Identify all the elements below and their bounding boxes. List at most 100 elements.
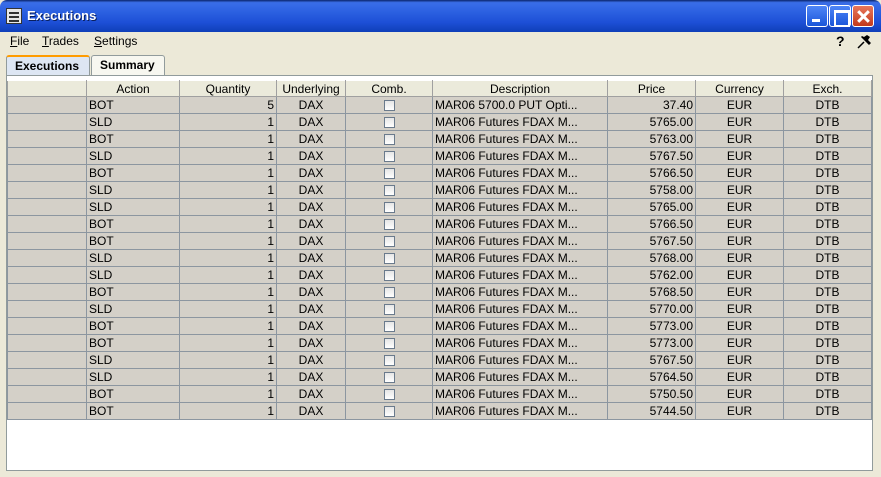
underlying-cell[interactable]: DAX — [276, 215, 346, 233]
comb-cell[interactable] — [345, 96, 433, 114]
exch-cell[interactable]: DTB — [783, 232, 872, 250]
currency-cell[interactable]: EUR — [695, 181, 784, 199]
action-cell[interactable]: SLD — [86, 266, 180, 284]
title-bar[interactable]: Executions — [0, 0, 881, 32]
currency-cell[interactable]: EUR — [695, 351, 784, 369]
comb-checkbox[interactable] — [383, 185, 395, 197]
row-header-cell[interactable] — [7, 215, 87, 233]
column-header-price[interactable]: Price — [607, 80, 696, 97]
underlying-cell[interactable]: DAX — [276, 385, 346, 403]
row-header-cell[interactable] — [7, 96, 87, 114]
currency-cell[interactable]: EUR — [695, 402, 784, 420]
action-cell[interactable]: BOT — [86, 130, 180, 148]
price-cell[interactable]: 5766.50 — [607, 164, 696, 182]
comb-cell[interactable] — [345, 113, 433, 131]
price-cell[interactable]: 5767.50 — [607, 232, 696, 250]
currency-cell[interactable]: EUR — [695, 317, 784, 335]
tab-summary[interactable]: Summary — [91, 55, 165, 75]
price-cell[interactable]: 5770.00 — [607, 300, 696, 318]
comb-checkbox[interactable] — [383, 338, 395, 350]
underlying-cell[interactable]: DAX — [276, 113, 346, 131]
underlying-cell[interactable]: DAX — [276, 96, 346, 114]
table-row[interactable]: BOT 1 DAX MAR06 Futures FDAX M... 5768.50 EUR… — [7, 283, 872, 301]
table-row[interactable]: BOT 1 DAX MAR06 Futures FDAX M... 5766.50 EUR… — [7, 164, 872, 182]
underlying-cell[interactable]: DAX — [276, 368, 346, 386]
description-cell[interactable]: MAR06 Futures FDAX M... — [432, 181, 608, 199]
exch-cell[interactable]: DTB — [783, 317, 872, 335]
description-cell[interactable]: MAR06 Futures FDAX M... — [432, 402, 608, 420]
price-cell[interactable]: 5768.50 — [607, 283, 696, 301]
exch-cell[interactable]: DTB — [783, 385, 872, 403]
comb-cell[interactable] — [345, 249, 433, 267]
comb-cell[interactable] — [345, 317, 433, 335]
price-cell[interactable]: 5767.50 — [607, 351, 696, 369]
table-row[interactable]: SLD 1 DAX MAR06 Futures FDAX M... 5767.50 EUR… — [7, 147, 872, 165]
quantity-cell[interactable]: 1 — [179, 266, 277, 284]
quantity-cell[interactable]: 1 — [179, 164, 277, 182]
price-cell[interactable]: 37.40 — [607, 96, 696, 114]
comb-cell[interactable] — [345, 198, 433, 216]
menu-trades[interactable]: Trades — [42, 34, 79, 48]
window-menu-icon[interactable] — [6, 8, 22, 24]
table-row[interactable]: BOT 1 DAX MAR06 Futures FDAX M... 5767.50 EUR… — [7, 232, 872, 250]
comb-cell[interactable] — [345, 130, 433, 148]
quantity-cell[interactable]: 1 — [179, 368, 277, 386]
description-cell[interactable]: MAR06 Futures FDAX M... — [432, 334, 608, 352]
table-row[interactable]: BOT 1 DAX MAR06 Futures FDAX M... 5773.00 EUR… — [7, 317, 872, 335]
description-cell[interactable]: MAR06 Futures FDAX M... — [432, 113, 608, 131]
exch-cell[interactable]: DTB — [783, 181, 872, 199]
currency-cell[interactable]: EUR — [695, 283, 784, 301]
table-row[interactable]: SLD 1 DAX MAR06 Futures FDAX M... 5767.50 EUR… — [7, 351, 872, 369]
price-cell[interactable]: 5766.50 — [607, 215, 696, 233]
row-header-cell[interactable] — [7, 283, 87, 301]
row-header-cell[interactable] — [7, 181, 87, 199]
row-header-cell[interactable] — [7, 266, 87, 284]
action-cell[interactable]: SLD — [86, 198, 180, 216]
action-cell[interactable]: SLD — [86, 181, 180, 199]
exch-cell[interactable]: DTB — [783, 249, 872, 267]
comb-checkbox[interactable] — [383, 134, 395, 146]
row-header-cell[interactable] — [7, 113, 87, 131]
exch-cell[interactable]: DTB — [783, 96, 872, 114]
exch-cell[interactable]: DTB — [783, 130, 872, 148]
row-header-cell[interactable] — [7, 385, 87, 403]
description-cell[interactable]: MAR06 Futures FDAX M... — [432, 130, 608, 148]
description-cell[interactable]: MAR06 Futures FDAX M... — [432, 351, 608, 369]
quantity-cell[interactable]: 1 — [179, 300, 277, 318]
row-header-cell[interactable] — [7, 351, 87, 369]
price-cell[interactable]: 5773.00 — [607, 317, 696, 335]
underlying-cell[interactable]: DAX — [276, 266, 346, 284]
description-cell[interactable]: MAR06 Futures FDAX M... — [432, 198, 608, 216]
action-cell[interactable]: SLD — [86, 300, 180, 318]
action-cell[interactable]: BOT — [86, 283, 180, 301]
quantity-cell[interactable]: 1 — [179, 317, 277, 335]
action-cell[interactable]: BOT — [86, 385, 180, 403]
price-cell[interactable]: 5744.50 — [607, 402, 696, 420]
currency-cell[interactable]: EUR — [695, 249, 784, 267]
description-cell[interactable]: MAR06 Futures FDAX M... — [432, 385, 608, 403]
comb-checkbox[interactable] — [383, 151, 395, 163]
description-cell[interactable]: MAR06 Futures FDAX M... — [432, 368, 608, 386]
table-row[interactable]: BOT 1 DAX MAR06 Futures FDAX M... 5750.50 EUR… — [7, 385, 872, 403]
description-cell[interactable]: MAR06 Futures FDAX M... — [432, 266, 608, 284]
table-row[interactable]: SLD 1 DAX MAR06 Futures FDAX M... 5764.50 EUR… — [7, 368, 872, 386]
column-header-exch[interactable]: Exch. — [783, 80, 872, 97]
underlying-cell[interactable]: DAX — [276, 402, 346, 420]
row-header-cell[interactable] — [7, 402, 87, 420]
underlying-cell[interactable]: DAX — [276, 130, 346, 148]
row-header-cell[interactable] — [7, 334, 87, 352]
price-cell[interactable]: 5767.50 — [607, 147, 696, 165]
currency-cell[interactable]: EUR — [695, 96, 784, 114]
row-header-cell[interactable] — [7, 130, 87, 148]
price-cell[interactable]: 5758.00 — [607, 181, 696, 199]
comb-cell[interactable] — [345, 215, 433, 233]
table-row[interactable]: BOT 1 DAX MAR06 Futures FDAX M... 5744.50 EUR… — [7, 402, 872, 420]
comb-cell[interactable] — [345, 385, 433, 403]
menu-file[interactable]: File — [10, 34, 29, 48]
price-cell[interactable]: 5750.50 — [607, 385, 696, 403]
description-cell[interactable]: MAR06 Futures FDAX M... — [432, 249, 608, 267]
comb-cell[interactable] — [345, 232, 433, 250]
currency-cell[interactable]: EUR — [695, 232, 784, 250]
exch-cell[interactable]: DTB — [783, 198, 872, 216]
column-header-underlying[interactable]: Underlying — [276, 80, 346, 97]
